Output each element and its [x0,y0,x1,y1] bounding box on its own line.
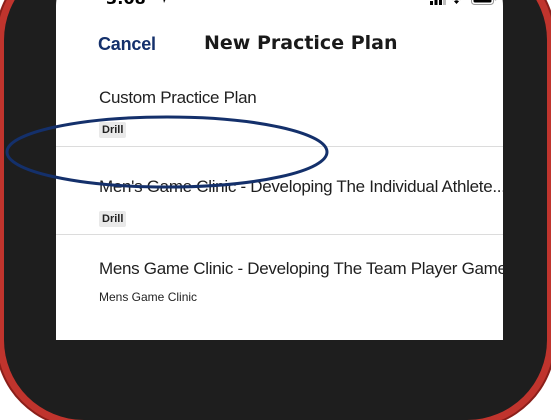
list-item-team-player[interactable]: Mens Game Clinic - Developing The Team P… [56,235,503,305]
signal-icon [430,0,446,5]
status-time: 3:08 [106,0,146,8]
list-item-title: Custom Practice Plan [99,88,257,107]
battery-icon [471,0,497,5]
tag-badge: Drill [99,211,127,227]
list-item-subtitle: Mens Game Clinic [99,290,198,304]
cancel-button[interactable]: Cancel [98,34,156,55]
phone-frame: 3:08 [4,0,547,420]
page-title: New Practice Plan [204,32,398,54]
list-item-title: Mens Game Clinic - Developing The Team P… [99,259,503,278]
nav-bar: Cancel New Practice Plan [56,32,503,64]
status-bar: 3:08 [56,0,503,20]
highlight-circle-annotation [5,115,329,189]
wifi-icon [452,0,461,4]
location-arrow-icon [163,0,166,3]
